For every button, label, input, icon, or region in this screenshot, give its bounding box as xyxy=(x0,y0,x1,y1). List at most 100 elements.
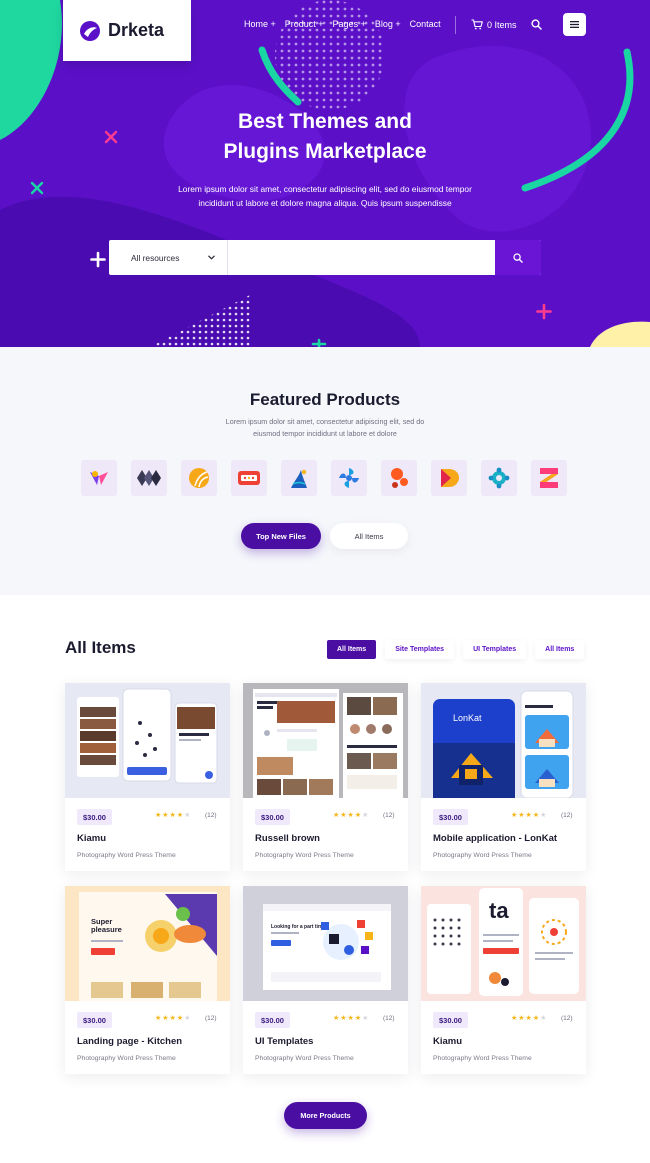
chat-logo-icon xyxy=(238,471,260,485)
nav-divider xyxy=(455,16,456,34)
product-category: Photography Word Press Theme xyxy=(433,852,532,859)
featured-title: Featured Products xyxy=(249,390,401,409)
hero-section: Drketa Home + Product + Pages + Blog + C… xyxy=(0,0,650,347)
thumb-ta-text: ta xyxy=(489,898,509,923)
rating-stars: ★★★★★ xyxy=(511,812,548,819)
product-category: Photography Word Press Theme xyxy=(255,1055,354,1062)
brand-name: Drketa xyxy=(108,20,165,40)
rating-stars: ★★★★★ xyxy=(155,1015,192,1022)
butterfly-logo-icon xyxy=(90,471,108,485)
tab-site-templates[interactable]: Site Templates xyxy=(385,640,455,659)
hero-title-line2: Plugins Marketplace xyxy=(223,140,427,163)
d-shape-logo-icon xyxy=(441,469,459,487)
swirl-logo-icon xyxy=(339,468,359,488)
product-card[interactable]: Looking for a part time $30.00 ★★★★★ (12… xyxy=(243,886,408,1074)
product-icon-9[interactable] xyxy=(481,460,517,496)
more-products-button[interactable]: More Products xyxy=(284,1102,367,1129)
tab-all-items-2[interactable]: All Items xyxy=(535,640,585,659)
product-price: $30.00 xyxy=(77,809,112,825)
review-count: (12) xyxy=(561,812,573,819)
nav-search-button[interactable] xyxy=(531,19,542,30)
cart-button[interactable]: 0 Items xyxy=(471,19,517,30)
product-icon-10[interactable] xyxy=(531,460,567,496)
product-thumbnail: ta xyxy=(421,886,586,1001)
featured-product-icons xyxy=(81,460,567,496)
product-icon-7[interactable] xyxy=(381,460,417,496)
product-price: $30.00 xyxy=(433,1012,468,1028)
search-icon xyxy=(531,19,542,30)
sun-logo-icon xyxy=(189,468,209,488)
hero-search-input[interactable] xyxy=(228,240,495,275)
nav-product[interactable]: Product + xyxy=(285,19,324,29)
product-thumbnail xyxy=(243,683,408,798)
product-category: Photography Word Press Theme xyxy=(255,852,354,859)
top-new-files-button[interactable]: Top New Files xyxy=(241,523,321,549)
nav-blog[interactable]: Blog + xyxy=(375,19,401,29)
product-card[interactable]: Super pleasure $30.00 ★★★★★ (12) Landing… xyxy=(65,886,230,1074)
product-category: Photography Word Press Theme xyxy=(77,852,176,859)
product-icon-2[interactable] xyxy=(131,460,167,496)
hero-search-bar: All resources xyxy=(109,240,541,275)
cart-icon xyxy=(471,19,483,30)
gear-blob-logo-icon xyxy=(488,467,510,489)
brand-logo[interactable]: Drketa xyxy=(63,0,191,61)
chevron-down-icon xyxy=(208,255,215,260)
nav-contact[interactable]: Contact xyxy=(410,19,441,29)
all-items-button[interactable]: All Items xyxy=(330,523,408,549)
all-items-title: All Items xyxy=(65,638,136,657)
rating-stars: ★★★★★ xyxy=(333,1015,370,1022)
hero-title-line1: Best Themes and xyxy=(238,110,412,133)
product-icon-1[interactable] xyxy=(81,460,117,496)
rating-stars: ★★★★★ xyxy=(511,1015,548,1022)
review-count: (12) xyxy=(383,812,395,819)
z-logo-icon xyxy=(540,468,558,488)
tab-ui-templates[interactable]: UI Templates xyxy=(463,640,527,659)
brand-logo-icon xyxy=(80,20,100,41)
product-name[interactable]: UI Templates xyxy=(255,1036,313,1047)
product-icon-3[interactable] xyxy=(181,460,217,496)
cart-count: 0 Items xyxy=(487,19,517,30)
tab-all-items[interactable]: All Items xyxy=(327,640,377,659)
navbar: Drketa Home + Product + Pages + Blog + C… xyxy=(0,0,650,61)
main-nav: Home + Product + Pages + Blog + Contact xyxy=(244,19,441,29)
person-star-logo-icon xyxy=(291,469,307,488)
product-price: $30.00 xyxy=(255,1012,290,1028)
product-card[interactable]: $30.00 ★★★★★ (12) Kiamu Photography Word… xyxy=(65,683,230,871)
product-icon-5[interactable] xyxy=(281,460,317,496)
product-thumbnail xyxy=(65,683,230,798)
product-card[interactable]: LonKat $30.00 ★★★★★ (12) Mobile applicat… xyxy=(421,683,586,871)
rating-stars: ★★★★★ xyxy=(155,812,192,819)
product-price: $30.00 xyxy=(77,1012,112,1028)
product-category: Photography Word Press Theme xyxy=(77,1055,176,1062)
product-icon-8[interactable] xyxy=(431,460,467,496)
resource-select[interactable]: All resources xyxy=(109,240,228,275)
product-price: $30.00 xyxy=(433,809,468,825)
hero-description: Lorem ipsum dolor sit amet, consectetur … xyxy=(178,184,472,208)
product-name[interactable]: Mobile application - LonKat xyxy=(433,833,557,844)
product-name[interactable]: Landing page - Kitchen xyxy=(77,1036,182,1047)
diamonds-logo-icon xyxy=(137,470,161,486)
rating-stars: ★★★★★ xyxy=(333,812,370,819)
product-card[interactable]: $30.00 ★★★★★ (12) Russell brown Photogra… xyxy=(243,683,408,871)
resource-select-value: All resources xyxy=(131,252,180,263)
nav-home[interactable]: Home + xyxy=(244,19,276,29)
review-count: (12) xyxy=(561,1015,573,1022)
molecule-logo-icon xyxy=(391,468,408,488)
product-name[interactable]: Russell brown xyxy=(255,833,320,844)
product-card[interactable]: ta $30.00 ★★★★★ (12) Kiamu Photography W… xyxy=(421,886,586,1074)
item-filter-tabs: All Items Site Templates UI Templates Al… xyxy=(327,640,585,659)
product-thumbnail: Super pleasure xyxy=(65,886,230,1001)
menu-button[interactable] xyxy=(563,13,586,36)
product-thumbnail: LonKat xyxy=(421,683,586,798)
review-count: (12) xyxy=(205,1015,217,1022)
hero-search-submit[interactable] xyxy=(495,240,541,275)
product-price: $30.00 xyxy=(255,809,290,825)
thumb-pleasure-text: pleasure xyxy=(91,925,122,934)
nav-pages[interactable]: Pages + xyxy=(333,19,366,29)
review-count: (12) xyxy=(383,1015,395,1022)
product-icon-4[interactable] xyxy=(231,460,267,496)
menu-icon xyxy=(570,21,579,28)
product-name[interactable]: Kiamu xyxy=(77,833,106,844)
product-name[interactable]: Kiamu xyxy=(433,1036,462,1047)
product-icon-6[interactable] xyxy=(331,460,367,496)
